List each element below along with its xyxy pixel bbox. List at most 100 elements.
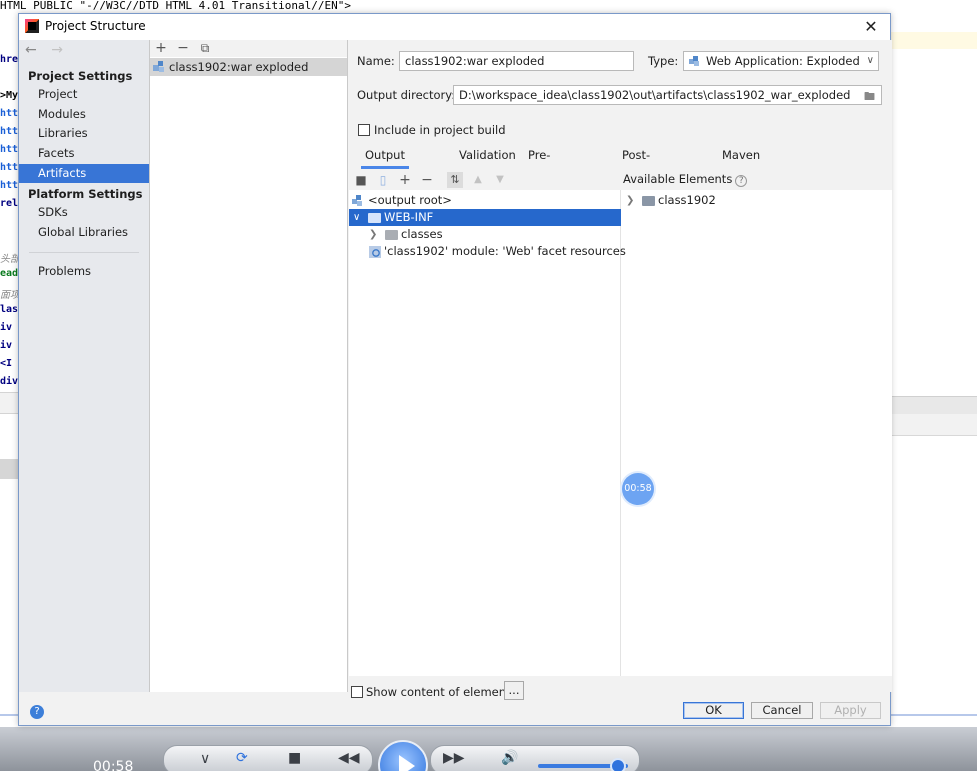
artifact-config-pane: Name: class1902:war exploded Type: Web A… bbox=[349, 40, 892, 700]
remove-icon[interactable]: − bbox=[175, 40, 191, 56]
show-content-label: Show content of elements bbox=[366, 685, 517, 699]
video-player-bar: 00:58 ∨ ⟳ ■ ◀◀ ▶▶ 🔊 bbox=[0, 727, 977, 771]
dialog-title: Project Structure bbox=[45, 19, 146, 33]
settings-nav: ← → Project Settings Project Modules Lib… bbox=[19, 40, 150, 692]
editor-highlight-line bbox=[890, 32, 977, 49]
available-element-class1902[interactable]: ❯ class1902 bbox=[622, 192, 892, 209]
code-fragment: lass bbox=[0, 304, 18, 315]
tab-output-layout[interactable]: Output Layout bbox=[361, 145, 409, 182]
tree-row-label: classes bbox=[401, 227, 443, 241]
artifact-item[interactable]: class1902:war exploded bbox=[150, 58, 347, 76]
tree-row-facet-resources[interactable]: 'class1902' module: 'Web' facet resource… bbox=[349, 243, 626, 260]
volume-slider-knob[interactable] bbox=[610, 758, 626, 771]
artifacts-list-panel: + − ⧉ class1902:war exploded bbox=[150, 40, 348, 692]
nav-item-artifacts[interactable]: Artifacts bbox=[19, 164, 149, 183]
chevron-right-icon[interactable]: ❯ bbox=[626, 192, 634, 209]
add-copy-icon[interactable]: + bbox=[397, 172, 413, 188]
tab-post-processing[interactable]: Post-processing bbox=[622, 145, 684, 182]
tab-pre-processing[interactable]: Pre-processing bbox=[528, 145, 590, 182]
code-fragment: http bbox=[0, 126, 18, 137]
output-layout-area: ■ ▯ + − ⇅ ▲ ▼ <output root> ∨ WEB-INF ❯ … bbox=[349, 170, 892, 676]
tree-row-label: WEB-INF bbox=[384, 210, 434, 224]
artifact-icon bbox=[153, 61, 164, 72]
intellij-logo-icon bbox=[25, 19, 39, 33]
forward-arrow-icon[interactable]: → bbox=[51, 42, 63, 58]
tree-row-classes[interactable]: ❯ classes bbox=[349, 226, 621, 243]
type-select[interactable]: Web Application: Exploded ∨ bbox=[683, 51, 879, 71]
code-fragment: iv c bbox=[0, 322, 18, 333]
close-button[interactable]: ✕ bbox=[860, 16, 882, 38]
sort-icon[interactable]: ⇅ bbox=[447, 172, 463, 188]
rewind-icon[interactable]: ◀◀ bbox=[338, 750, 360, 766]
stop-icon[interactable]: ■ bbox=[288, 750, 301, 766]
create-archive-icon[interactable]: ▯ bbox=[375, 172, 391, 188]
layout-toolbar: ■ ▯ + − ⇅ ▲ ▼ bbox=[349, 170, 892, 190]
add-icon[interactable]: + bbox=[153, 40, 169, 56]
code-fragment: http bbox=[0, 144, 18, 155]
tree-row-label: <output root> bbox=[368, 193, 452, 207]
code-left-strip: href >My http http http http http rel= 头… bbox=[0, 12, 18, 712]
remove-icon[interactable]: − bbox=[419, 172, 435, 188]
play-button[interactable] bbox=[378, 740, 428, 771]
available-element-label: class1902 bbox=[658, 193, 716, 207]
code-fragment: 头部 bbox=[0, 254, 18, 264]
tab-validation[interactable]: Validation bbox=[459, 145, 516, 169]
recording-timer-bubble: 00:58 bbox=[622, 473, 654, 505]
code-fragment: http bbox=[0, 162, 18, 173]
editor-panel-row bbox=[0, 392, 18, 414]
type-select-value: Web Application: Exploded bbox=[706, 54, 860, 68]
nav-item-facets[interactable]: Facets bbox=[19, 144, 149, 163]
chevron-right-icon[interactable]: ❯ bbox=[369, 226, 377, 243]
artifacts-toolbar: + − ⧉ bbox=[150, 40, 347, 57]
move-down-icon[interactable]: ▼ bbox=[492, 172, 508, 188]
nav-item-modules[interactable]: Modules bbox=[19, 105, 149, 124]
platform-settings-heading: Platform Settings bbox=[28, 187, 143, 201]
back-arrow-icon[interactable]: ← bbox=[25, 42, 37, 58]
create-directory-icon[interactable]: ■ bbox=[353, 172, 369, 188]
copy-icon[interactable]: ⧉ bbox=[197, 40, 213, 56]
code-fragment: http bbox=[0, 108, 18, 119]
nav-item-libraries[interactable]: Libraries bbox=[19, 124, 149, 143]
tree-row-web-inf[interactable]: ∨ WEB-INF bbox=[349, 209, 621, 226]
code-fragment: href bbox=[0, 54, 18, 65]
web-facet-icon bbox=[369, 246, 381, 258]
help-button[interactable]: ? bbox=[30, 705, 44, 719]
include-in-build-label: Include in project build bbox=[374, 123, 506, 137]
code-fragment: <I bbox=[0, 358, 13, 369]
code-fragment: >My bbox=[0, 90, 18, 101]
available-elements-label: Available Elements? bbox=[623, 172, 748, 187]
nav-item-project[interactable]: Project bbox=[19, 85, 149, 104]
output-directory-field[interactable]: D:\workspace_idea\class1902\out\artifact… bbox=[453, 85, 882, 105]
code-fragment: iv c bbox=[0, 340, 18, 351]
code-fragment: div> bbox=[0, 376, 18, 387]
volume-icon[interactable]: 🔊 bbox=[501, 750, 518, 766]
tree-row-output-root[interactable]: <output root> bbox=[349, 192, 621, 209]
tree-row-label: 'class1902' module: 'Web' facet resource… bbox=[384, 244, 626, 258]
nav-item-sdks[interactable]: SDKs bbox=[19, 203, 149, 222]
show-content-options-button[interactable]: ... bbox=[504, 681, 524, 700]
cancel-button[interactable]: Cancel bbox=[751, 702, 813, 719]
chevron-down-icon[interactable]: ∨ bbox=[353, 209, 360, 226]
nav-history: ← → bbox=[25, 42, 73, 60]
fast-forward-icon[interactable]: ▶▶ bbox=[443, 750, 465, 766]
help-icon[interactable]: ? bbox=[735, 175, 748, 187]
tab-maven[interactable]: Maven bbox=[722, 145, 760, 169]
include-in-build-checkbox[interactable] bbox=[358, 124, 370, 136]
name-field[interactable]: class1902:war exploded bbox=[399, 51, 634, 71]
video-time: 00:58 bbox=[93, 759, 134, 771]
loop-icon[interactable]: ⟳ bbox=[236, 750, 248, 766]
move-up-icon[interactable]: ▲ bbox=[470, 172, 486, 188]
show-content-checkbox[interactable] bbox=[351, 686, 363, 698]
output-directory-value: D:\workspace_idea\class1902\out\artifact… bbox=[459, 88, 851, 102]
folder-browse-icon[interactable]: 🖿 bbox=[864, 88, 878, 103]
chevron-down-icon[interactable]: ∨ bbox=[200, 751, 210, 767]
apply-button[interactable]: Apply bbox=[820, 702, 881, 719]
code-fragment: eade bbox=[0, 268, 18, 279]
code-line: HTML PUBLIC "-//W3C//DTD HTML 4.01 Trans… bbox=[0, 0, 351, 12]
video-controls-left: ∨ ⟳ ■ ◀◀ bbox=[163, 745, 373, 771]
nav-item-problems[interactable]: Problems bbox=[19, 262, 149, 281]
code-fragment: rel= bbox=[0, 198, 18, 209]
ok-button[interactable]: OK bbox=[683, 702, 744, 719]
nav-item-global-libraries[interactable]: Global Libraries bbox=[19, 223, 149, 242]
dialog-titlebar: Project Structure ✕ bbox=[19, 14, 890, 40]
